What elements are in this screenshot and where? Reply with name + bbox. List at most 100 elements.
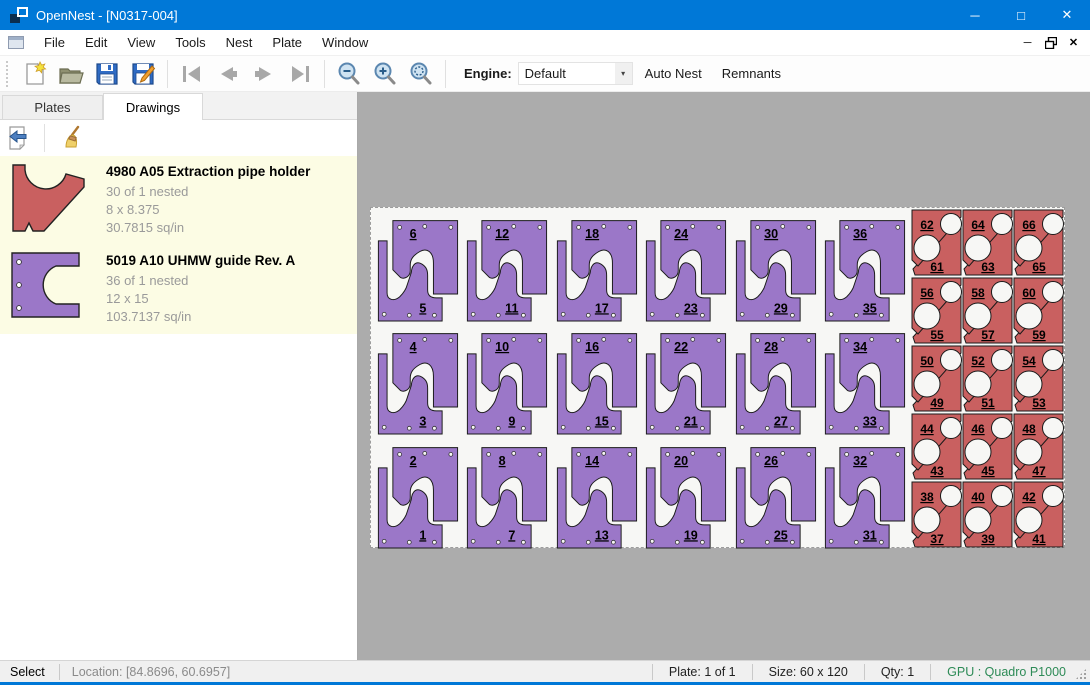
mdi-minimize-icon[interactable]: ─	[1019, 35, 1036, 50]
nest-cell[interactable]: 5857	[962, 277, 1013, 345]
nest-cell[interactable]: 5453	[1013, 345, 1064, 413]
chevron-down-icon[interactable]: ▾	[615, 63, 632, 84]
plate[interactable]: 6512111817242330293635431091615222128273…	[370, 207, 1065, 548]
part-number: 61	[930, 260, 944, 274]
drawing-thumbnail-red	[10, 162, 98, 237]
nest-cell[interactable]: 87	[462, 436, 551, 549]
nest-cell[interactable]: 3433	[820, 322, 909, 435]
first-plate-icon[interactable]	[174, 58, 210, 90]
nest-cell[interactable]: 1413	[552, 436, 641, 549]
nest-cell[interactable]: 2019	[641, 436, 730, 549]
part-number: 45	[981, 464, 995, 478]
part-number: 44	[920, 422, 934, 436]
maximize-icon[interactable]: □	[998, 0, 1044, 30]
nest-cell[interactable]: 2827	[731, 322, 820, 435]
nest-cell[interactable]: 38 37	[911, 481, 962, 549]
nest-cell[interactable]: 6059	[1013, 277, 1064, 345]
nest-cell[interactable]: 62 61	[911, 209, 962, 277]
part-number: 37	[930, 532, 944, 546]
toolbar-grip[interactable]	[6, 61, 11, 87]
nest-cell[interactable]: 6665	[1013, 209, 1064, 277]
drawing-item[interactable]: 4980 A05 Extraction pipe holder 30 of 1 …	[0, 156, 357, 245]
menu-window[interactable]: Window	[312, 31, 378, 54]
app-icon	[10, 7, 28, 23]
zoom-out-icon[interactable]	[331, 58, 367, 90]
part-number: 7	[509, 528, 516, 542]
nest-cell[interactable]: 2625	[731, 436, 820, 549]
nest-cell[interactable]: 6463	[962, 209, 1013, 277]
nest-cell[interactable]: 3029	[731, 209, 820, 322]
close-icon[interactable]: ✕	[1044, 0, 1090, 30]
mdi-system-icon[interactable]	[8, 36, 24, 49]
nest-cell[interactable]: 109	[462, 322, 551, 435]
nest-cell[interactable]: 1817	[552, 209, 641, 322]
nest-canvas[interactable]: 6512111817242330293635431091615222128273…	[358, 92, 1090, 660]
nest-cell[interactable]: 1615	[552, 322, 641, 435]
part-number: 1	[419, 528, 426, 542]
save-icon[interactable]	[89, 58, 125, 90]
part-number: 5	[419, 301, 426, 315]
minimize-icon[interactable]: ─	[952, 0, 998, 30]
part-number: 48	[1022, 422, 1036, 436]
new-file-icon[interactable]	[17, 58, 53, 90]
nest-cell[interactable]: 4241	[1013, 481, 1064, 549]
menu-nest[interactable]: Nest	[216, 31, 263, 54]
menu-tools[interactable]: Tools	[165, 31, 215, 54]
menu-file[interactable]: File	[34, 31, 75, 54]
part-number: 59	[1032, 328, 1046, 342]
drawing-size: 8 x 8.375	[106, 201, 310, 219]
last-plate-icon[interactable]	[282, 58, 318, 90]
menu-bar: File Edit View Tools Nest Plate Window ─…	[0, 30, 1090, 56]
nest-cell[interactable]: 21	[373, 436, 462, 549]
next-plate-icon[interactable]	[246, 58, 282, 90]
nest-cell[interactable]: 3231	[820, 436, 909, 549]
part-number: 54	[1022, 354, 1036, 368]
nest-cell[interactable]: 4645	[962, 413, 1013, 481]
nest-cell[interactable]: 65	[373, 209, 462, 322]
part-number: 64	[971, 218, 985, 232]
open-file-icon[interactable]	[53, 58, 89, 90]
nest-cell[interactable]: 4039	[962, 481, 1013, 549]
part-number: 3	[419, 415, 426, 429]
part-number: 47	[1032, 464, 1046, 478]
menu-plate[interactable]: Plate	[262, 31, 312, 54]
tab-plates[interactable]: Plates	[2, 95, 103, 120]
drawing-nested: 36 of 1 nested	[106, 272, 295, 290]
window-title: OpenNest - [N0317-004]	[36, 8, 178, 23]
engine-dropdown[interactable]: Default ▾	[518, 62, 633, 85]
nest-cell[interactable]: 2221	[641, 322, 730, 435]
part-number: 49	[930, 396, 944, 410]
part-number: 4	[410, 340, 417, 354]
menu-view[interactable]: View	[117, 31, 165, 54]
part-number: 62	[920, 218, 934, 232]
zoom-in-icon[interactable]	[367, 58, 403, 90]
part-number: 29	[773, 301, 787, 315]
nest-cell[interactable]: 5251	[962, 345, 1013, 413]
zoom-fit-icon[interactable]	[403, 58, 439, 90]
nest-cell[interactable]: 5049	[911, 345, 962, 413]
remnants-button[interactable]: Remnants	[714, 61, 789, 86]
title-bar: OpenNest - [N0317-004] ─ □ ✕	[0, 0, 1090, 30]
nest-cell[interactable]: 43	[373, 322, 462, 435]
nest-cell[interactable]: 48 47	[1013, 413, 1064, 481]
status-plate: Plate: 1 of 1	[653, 661, 752, 682]
part-number: 39	[981, 532, 995, 546]
mdi-restore-icon[interactable]	[1042, 35, 1059, 50]
clear-drawings-icon[interactable]	[53, 122, 89, 154]
nest-cell[interactable]: 2423	[641, 209, 730, 322]
mdi-close-icon[interactable]: ✕	[1065, 35, 1082, 50]
drawing-item[interactable]: 5019 A10 UHMW guide Rev. A 36 of 1 neste…	[0, 245, 357, 334]
previous-plate-icon[interactable]	[210, 58, 246, 90]
save-as-icon[interactable]	[125, 58, 161, 90]
part-number: 24	[674, 227, 688, 241]
import-drawing-icon[interactable]	[0, 122, 36, 154]
part-number: 57	[981, 328, 995, 342]
menu-edit[interactable]: Edit	[75, 31, 117, 54]
part-number: 38	[920, 490, 934, 504]
auto-nest-button[interactable]: Auto Nest	[637, 61, 710, 86]
tab-drawings[interactable]: Drawings	[103, 93, 203, 121]
nest-cell[interactable]: 4443	[911, 413, 962, 481]
nest-cell[interactable]: 3635	[820, 209, 909, 322]
nest-cell[interactable]: 5655	[911, 277, 962, 345]
nest-cell[interactable]: 1211	[462, 209, 551, 322]
